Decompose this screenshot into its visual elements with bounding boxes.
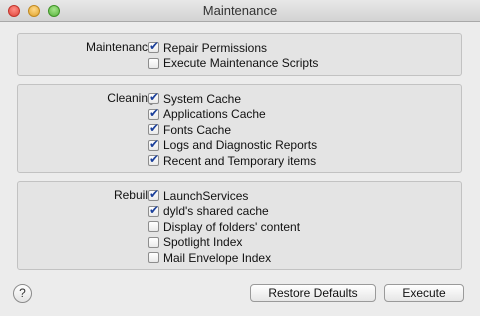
- checkbox-label: Applications Cache: [163, 107, 266, 122]
- maintenance-group: Maintenance: Repair Permissions Execute …: [17, 33, 462, 76]
- spotlight-index-checkbox[interactable]: Spotlight Index: [148, 235, 300, 251]
- checkbox-label: Repair Permissions: [163, 40, 268, 55]
- checkbox-label: dyld's shared cache: [163, 204, 269, 219]
- launchservices-checkbox[interactable]: LaunchServices: [148, 187, 300, 204]
- checkbox-label: Mail Envelope Index: [163, 250, 272, 265]
- system-cache-checkbox[interactable]: System Cache: [148, 90, 317, 107]
- help-button[interactable]: ?: [13, 284, 32, 303]
- checkbox-box[interactable]: [148, 137, 159, 151]
- window-title: Maintenance: [202, 3, 278, 18]
- checkbox-box[interactable]: [148, 90, 159, 105]
- checkbox-box[interactable]: [148, 203, 159, 217]
- checkbox-box[interactable]: [148, 236, 159, 248]
- fonts-cache-checkbox[interactable]: Fonts Cache: [148, 121, 317, 138]
- maintenance-options: Repair Permissions Execute Maintenance S…: [148, 39, 318, 72]
- checkbox-box[interactable]: [148, 187, 159, 202]
- checkbox-label: LaunchServices: [163, 188, 249, 203]
- title-bar: Maintenance: [0, 0, 480, 22]
- checkbox-label: Execute Maintenance Scripts: [163, 56, 319, 71]
- dyld-shared-cache-checkbox[interactable]: dyld's shared cache: [148, 203, 300, 220]
- cleaning-options: System Cache Applications Cache Fonts Ca…: [148, 90, 318, 169]
- execute-maintenance-scripts-checkbox[interactable]: Execute Maintenance Scripts: [148, 56, 318, 72]
- checkbox-label: Fonts Cache: [163, 122, 232, 137]
- mail-envelope-index-checkbox[interactable]: Mail Envelope Index: [148, 250, 300, 266]
- checkbox-box[interactable]: [148, 252, 159, 264]
- rebuild-group: Rebuild: LaunchServices dyld's shared ca…: [17, 181, 462, 270]
- checkbox-box[interactable]: [148, 57, 159, 69]
- logs-diagnostic-reports-checkbox[interactable]: Logs and Diagnostic Reports: [148, 137, 318, 154]
- rebuild-options: LaunchServices dyld's shared cache Displ…: [148, 187, 300, 266]
- checkbox-box[interactable]: [148, 121, 159, 136]
- checkbox-box[interactable]: [148, 152, 159, 167]
- cleaning-group: Cleaning: System Cache Applications Cach…: [17, 84, 462, 173]
- checkbox-label: Recent and Temporary items: [163, 153, 317, 168]
- execute-button[interactable]: Execute: [384, 284, 464, 302]
- checkbox-label: System Cache: [163, 91, 242, 106]
- checkbox-box[interactable]: [148, 39, 159, 54]
- display-folders-content-checkbox[interactable]: Display of folders' content: [148, 219, 300, 235]
- repair-permissions-checkbox[interactable]: Repair Permissions: [148, 39, 318, 56]
- checkbox-box[interactable]: [148, 221, 159, 233]
- applications-cache-checkbox[interactable]: Applications Cache: [148, 106, 317, 123]
- recent-temporary-items-checkbox[interactable]: Recent and Temporary items: [148, 152, 317, 169]
- checkbox-label: Spotlight Index: [163, 235, 243, 250]
- restore-defaults-button[interactable]: Restore Defaults: [250, 284, 376, 302]
- checkbox-label: Display of folders' content: [163, 219, 301, 234]
- checkbox-label: Logs and Diagnostic Reports: [163, 138, 318, 153]
- maintenance-window: Maintenance Maintenance: Repair Permissi…: [0, 0, 480, 316]
- checkbox-box[interactable]: [148, 106, 159, 120]
